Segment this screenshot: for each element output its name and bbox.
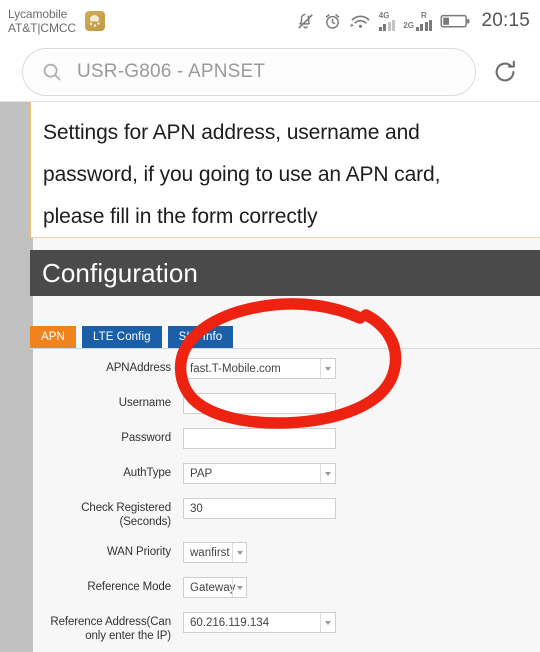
reference-address-value: 60.216.119.134 — [190, 616, 270, 629]
notice-line-1: Settings for APN address, username and — [43, 121, 420, 144]
status-bar-left: Lycamobile AT&T|CMCC — [8, 7, 105, 36]
check-registered-value: 30 — [190, 502, 203, 515]
field-row-reference-mode: Reference Mode Gateway — [33, 577, 540, 599]
status-bar: Lycamobile AT&T|CMCC 4G 2G R 20:15 — [0, 0, 540, 42]
auth-type-value: PAP — [190, 467, 213, 480]
apn-address-select[interactable]: fast.T-Mobile.com — [183, 358, 336, 379]
roaming-label: R — [420, 10, 427, 20]
username-input[interactable] — [183, 393, 336, 414]
tab-apn[interactable]: APN — [30, 326, 76, 348]
field-row-wan-priority: WAN Priority wanfirst — [33, 542, 540, 564]
carrier-line-2: AT&T|CMCC — [8, 21, 76, 35]
chevron-down-icon[interactable] — [320, 359, 335, 378]
check-registered-input[interactable]: 30 — [183, 498, 336, 519]
label-reference-address: Reference Address(Can only enter the IP) — [50, 616, 171, 642]
label-username: Username — [118, 397, 171, 409]
wallet-badge-icon — [85, 11, 105, 31]
reference-mode-select[interactable]: Gateway — [183, 577, 247, 598]
network-2g-label: 2G — [403, 20, 414, 30]
configuration-header: Configuration — [30, 250, 540, 296]
wan-priority-select[interactable]: wanfirst — [183, 542, 247, 563]
reference-address-select[interactable]: 60.216.119.134 — [183, 612, 336, 633]
mute-bell-icon — [297, 13, 313, 29]
tab-underline — [30, 348, 540, 349]
notice-line-3: please fill in the form correctly — [43, 205, 318, 228]
tab-lte-config[interactable]: LTE Config — [81, 326, 162, 348]
field-row-apn-address: APNAddress fast.T-Mobile.com — [33, 358, 540, 380]
apn-address-value: fast.T-Mobile.com — [190, 362, 281, 375]
tab-lte-config-label: LTE Config — [92, 331, 151, 343]
label-password: Password — [121, 432, 171, 444]
auth-type-select[interactable]: PAP — [183, 463, 336, 484]
web-page: Settings for APN address, username and p… — [0, 102, 540, 652]
field-row-password: Password — [33, 428, 540, 450]
chevron-down-icon[interactable] — [320, 464, 335, 483]
page-title: Configuration — [42, 257, 198, 288]
notice-box: Settings for APN address, username and p… — [29, 102, 540, 238]
label-apn-address: APNAddress — [106, 362, 171, 374]
wifi-icon — [350, 14, 370, 28]
tab-apn-label: APN — [41, 331, 65, 343]
field-row-reference-address: Reference Address(Can only enter the IP)… — [33, 612, 540, 643]
search-input-value: USR-G806 - APNSET — [77, 60, 266, 82]
password-input[interactable] — [183, 428, 336, 449]
carrier-line-1: Lycamobile — [8, 6, 68, 21]
signal-2g-roaming-icon: 2G R — [403, 10, 433, 31]
reload-button[interactable] — [488, 55, 522, 89]
carrier-names: Lycamobile AT&T|CMCC — [8, 7, 76, 36]
tab-sim-info[interactable]: SIM Info — [167, 326, 234, 348]
alarm-clock-icon — [325, 13, 339, 29]
field-row-check-registered: Check Registered (Seconds) 30 — [33, 498, 540, 529]
battery-icon — [440, 14, 470, 28]
network-4g-label: 4G — [378, 10, 390, 20]
browser-toolbar: USR-G806 - APNSET — [0, 42, 540, 102]
label-reference-mode: Reference Mode — [87, 581, 171, 593]
signal-4g-icon: 4G — [378, 10, 396, 31]
reload-icon — [495, 60, 515, 81]
notice-line-2: password, if you going to use an APN car… — [43, 163, 441, 186]
label-auth-type: AuthType — [123, 467, 171, 479]
search-input[interactable]: USR-G806 - APNSET — [22, 47, 476, 96]
label-wan-priority: WAN Priority — [106, 546, 171, 558]
tab-strip: APN LTE Config SIM Info — [30, 320, 540, 348]
tab-sim-info-label: SIM Info — [178, 331, 223, 343]
chevron-down-icon[interactable] — [320, 613, 335, 632]
chevron-down-icon[interactable] — [232, 543, 246, 562]
label-check-registered: Check Registered (Seconds) — [81, 502, 171, 528]
chevron-down-icon[interactable] — [232, 578, 246, 597]
status-bar-clock: 20:15 — [481, 10, 530, 31]
search-icon — [43, 63, 61, 80]
field-row-auth-type: AuthType PAP — [33, 463, 540, 485]
phone-screen: Lycamobile AT&T|CMCC 4G 2G R 20:15 USR-G… — [0, 0, 540, 652]
apn-settings-form: APNAddress fast.T-Mobile.com Username Pa… — [33, 358, 540, 652]
field-row-username: Username — [33, 393, 540, 415]
status-bar-right: 4G 2G R 20:15 — [296, 10, 530, 32]
